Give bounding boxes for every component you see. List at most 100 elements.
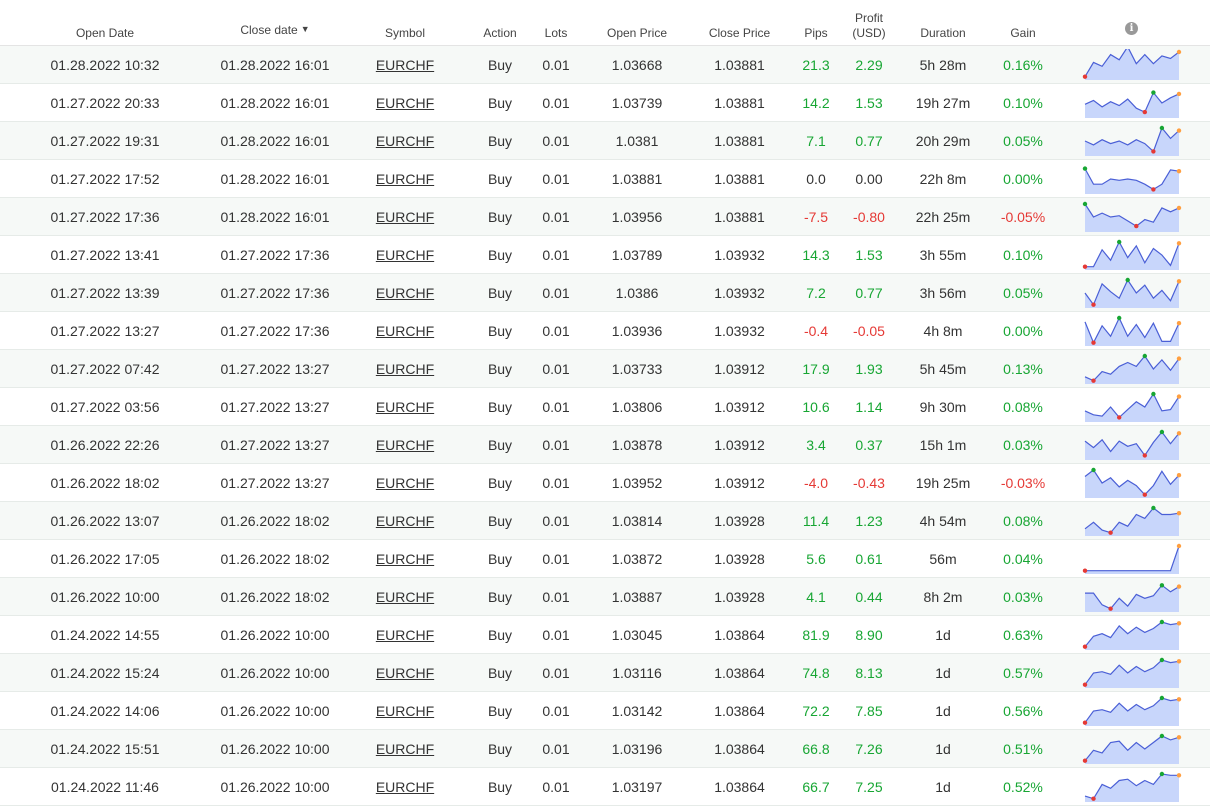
col-open-price[interactable]: Open Price — [582, 0, 692, 46]
cell-open-date: 01.26.2022 22:26 — [0, 425, 210, 464]
cell-action: Buy — [470, 729, 530, 768]
sparkline-end-point — [1176, 91, 1181, 96]
sparkline-max-point — [1150, 89, 1156, 95]
table-row[interactable]: 01.26.2022 13:07 01.26.2022 18:02 EURCHF Bu… — [0, 501, 1210, 540]
table-row[interactable]: 01.24.2022 15:51 01.26.2022 10:00 EURCHF Bu… — [0, 729, 1210, 768]
table-row[interactable]: 01.24.2022 14:06 01.26.2022 10:00 EURCHF Bu… — [0, 691, 1210, 730]
cell-open-price: 1.03814 — [582, 501, 692, 540]
sparkline-chart — [1082, 657, 1181, 688]
cell-symbol[interactable]: EURCHF — [340, 653, 470, 692]
table-row[interactable]: 01.24.2022 14:55 01.26.2022 10:00 EURCHF Bu… — [0, 615, 1210, 654]
cell-symbol[interactable]: EURCHF — [340, 539, 470, 578]
col-duration[interactable]: Duration — [893, 0, 993, 46]
sparkline-min-point — [1133, 223, 1138, 228]
cell-duration: 4h 8m — [893, 311, 993, 350]
col-close-date[interactable]: Close date ▼ — [210, 0, 340, 44]
col-symbol[interactable]: Symbol — [340, 0, 470, 46]
trades-table: Open Date Close date ▼ Symbol Action Lots… — [0, 0, 1210, 806]
sparkline-max-point — [1116, 239, 1121, 244]
cell-symbol[interactable]: EURCHF — [340, 349, 470, 388]
cell-close-price: 1.03912 — [692, 425, 787, 464]
cell-close-date: 01.28.2022 16:01 — [210, 159, 340, 198]
cell-action: Buy — [470, 615, 530, 654]
col-gain[interactable]: Gain — [993, 0, 1053, 46]
cell-symbol[interactable]: EURCHF — [340, 729, 470, 768]
cell-gain: 0.57% — [993, 653, 1053, 692]
col-lots[interactable]: Lots — [530, 0, 582, 46]
table-row[interactable]: 01.27.2022 19:31 01.28.2022 16:01 EURCHF Bu… — [0, 121, 1210, 160]
cell-symbol[interactable]: EURCHF — [340, 615, 470, 654]
sparkline-min-point — [1082, 720, 1087, 725]
table-row[interactable]: 01.24.2022 15:24 01.26.2022 10:00 EURCHF Bu… — [0, 653, 1210, 692]
sparkline-max-point — [1159, 695, 1164, 700]
sparkline-max-point — [1159, 125, 1164, 130]
cell-symbol[interactable]: EURCHF — [340, 273, 470, 312]
cell-symbol[interactable]: EURCHF — [340, 577, 470, 616]
col-profit[interactable]: Profit (USD) — [845, 0, 893, 46]
cell-sparkline — [1053, 653, 1210, 692]
sparkline-end-point — [1176, 543, 1181, 548]
sparkline-min-point — [1150, 148, 1156, 154]
cell-open-price: 1.0386 — [582, 273, 692, 312]
cell-symbol[interactable]: EURCHF — [340, 425, 470, 464]
cell-profit: 1.14 — [845, 387, 893, 426]
cell-symbol[interactable]: EURCHF — [340, 159, 470, 198]
col-open-date[interactable]: Open Date — [0, 0, 210, 46]
cell-symbol[interactable]: EURCHF — [340, 311, 470, 350]
cell-symbol[interactable]: EURCHF — [340, 463, 470, 502]
info-icon[interactable]: i — [1125, 22, 1138, 35]
sparkline-max-point — [1159, 429, 1164, 434]
cell-symbol[interactable]: EURCHF — [340, 235, 470, 274]
table-row[interactable]: 01.26.2022 10:00 01.26.2022 18:02 EURCHF Bu… — [0, 577, 1210, 616]
table-row[interactable]: 01.27.2022 17:52 01.28.2022 16:01 EURCHF Bu… — [0, 159, 1210, 198]
sparkline-end-point — [1176, 658, 1181, 663]
table-row[interactable]: 01.24.2022 11:46 01.26.2022 10:00 EURCHF Bu… — [0, 767, 1210, 806]
sparkline-end-point — [1176, 127, 1181, 133]
cell-gain: 0.00% — [993, 311, 1053, 350]
cell-symbol[interactable]: EURCHF — [340, 83, 470, 122]
table-row[interactable]: 01.26.2022 22:26 01.27.2022 13:27 EURCHF Bu… — [0, 425, 1210, 464]
cell-symbol[interactable]: EURCHF — [340, 767, 470, 806]
cell-open-price: 1.03806 — [582, 387, 692, 426]
table-row[interactable]: 01.27.2022 07:42 01.27.2022 13:27 EURCHF Bu… — [0, 349, 1210, 388]
cell-symbol[interactable]: EURCHF — [340, 691, 470, 730]
col-pips[interactable]: Pips — [787, 0, 845, 46]
col-action[interactable]: Action — [470, 0, 530, 46]
cell-duration: 15h 1m — [893, 425, 993, 464]
cell-lots: 0.01 — [530, 159, 582, 198]
table-row[interactable]: 01.26.2022 17:05 01.26.2022 18:02 EURCHF Bu… — [0, 539, 1210, 578]
sparkline-end-point — [1176, 278, 1181, 283]
table-row[interactable]: 01.27.2022 20:33 01.28.2022 16:01 EURCHF Bu… — [0, 83, 1210, 122]
cell-symbol[interactable]: EURCHF — [340, 501, 470, 540]
table-row[interactable]: 01.27.2022 03:56 01.27.2022 13:27 EURCHF Bu… — [0, 387, 1210, 426]
table-row[interactable]: 01.27.2022 17:36 01.28.2022 16:01 EURCHF Bu… — [0, 197, 1210, 236]
col-lots-label: Lots — [544, 26, 568, 40]
cell-pips: 11.4 — [787, 501, 845, 540]
cell-symbol[interactable]: EURCHF — [340, 387, 470, 426]
cell-lots: 0.01 — [530, 197, 582, 236]
sparkline-area — [1084, 621, 1179, 650]
table-row[interactable]: 01.27.2022 13:39 01.27.2022 17:36 EURCHF Bu… — [0, 273, 1210, 312]
cell-lots: 0.01 — [530, 121, 582, 160]
cell-sparkline — [1053, 311, 1210, 350]
cell-symbol[interactable]: EURCHF — [340, 121, 470, 160]
cell-open-date: 01.26.2022 18:02 — [0, 463, 210, 502]
cell-symbol[interactable]: EURCHF — [340, 45, 470, 84]
cell-close-date: 01.26.2022 18:02 — [210, 501, 340, 540]
table-row[interactable]: 01.28.2022 10:32 01.28.2022 16:01 EURCHF Bu… — [0, 45, 1210, 84]
sparkline-end-point — [1176, 510, 1181, 515]
table-row[interactable]: 01.27.2022 13:41 01.27.2022 17:36 EURCHF Bu… — [0, 235, 1210, 274]
cell-symbol[interactable]: EURCHF — [340, 197, 470, 236]
cell-duration: 4h 54m — [893, 501, 993, 540]
col-close-price[interactable]: Close Price — [692, 0, 787, 46]
table-row[interactable]: 01.27.2022 13:27 01.27.2022 17:36 EURCHF Bu… — [0, 311, 1210, 350]
cell-lots: 0.01 — [530, 349, 582, 388]
table-header-row: Open Date Close date ▼ Symbol Action Lots… — [0, 0, 1210, 46]
cell-close-date: 01.27.2022 13:27 — [210, 387, 340, 426]
table-row[interactable]: 01.26.2022 18:02 01.27.2022 13:27 EURCHF Bu… — [0, 463, 1210, 502]
cell-pips: 66.8 — [787, 729, 845, 768]
cell-duration: 19h 27m — [893, 83, 993, 122]
sparkline-area — [1084, 507, 1179, 536]
cell-profit: 1.93 — [845, 349, 893, 388]
sparkline-end-point — [1176, 430, 1181, 435]
